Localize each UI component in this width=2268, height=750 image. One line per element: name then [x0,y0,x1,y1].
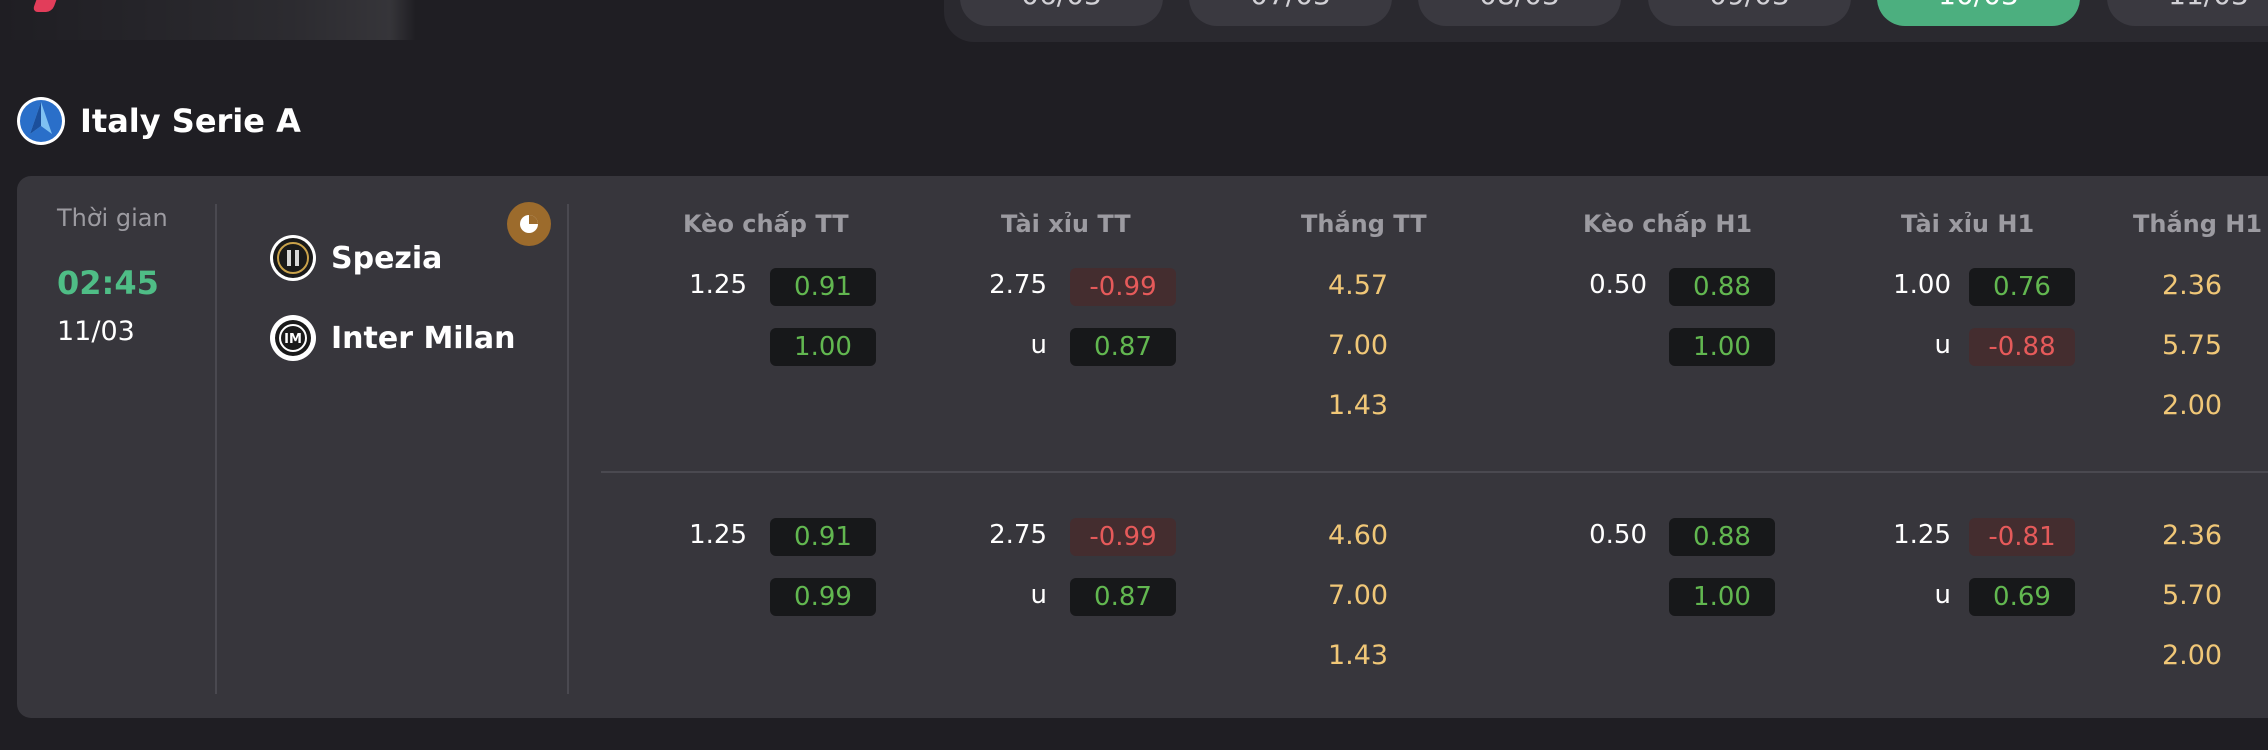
handicap-line: 0.50 [1589,270,1647,300]
win-odd-draw[interactable]: 5.75 [2152,330,2232,361]
odd-button[interactable]: 1.00 [1669,578,1775,616]
kickoff-time: 02:45 [57,264,159,302]
date-tab[interactable]: 06/03 [960,0,1163,26]
odd-button[interactable]: -0.99 [1070,268,1176,306]
odd-button[interactable]: 0.69 [1969,578,2075,616]
over-under-line: 2.75 [989,520,1047,550]
odd-button[interactable]: 0.87 [1070,328,1176,366]
win-odd-draw[interactable]: 7.00 [1318,580,1398,611]
win-odd-away[interactable]: 2.00 [2152,640,2232,671]
divider [567,204,569,694]
odd-button[interactable]: 0.91 [770,518,876,556]
odd-button[interactable]: 0.87 [1070,578,1176,616]
under-label: u [1934,330,1951,360]
odd-button[interactable]: 0.88 [1669,518,1775,556]
col-header-handicap-ft: Kèo chấp TT [683,210,849,238]
over-under-line: 2.75 [989,270,1047,300]
col-header-over-under-h1: Tài xỉu H1 [1901,210,2035,238]
win-odd-draw[interactable]: 5.70 [2152,580,2232,611]
under-label: u [1030,580,1047,610]
odd-button[interactable]: -0.99 [1070,518,1176,556]
spezia-logo-icon [270,235,316,281]
col-header-win-ft: Thắng TT [1301,210,1427,238]
odd-button[interactable]: 1.00 [770,328,876,366]
win-odd-home[interactable]: 4.60 [1318,520,1398,551]
odd-button[interactable]: 1.00 [1669,328,1775,366]
handicap-line: 0.50 [1589,520,1647,550]
win-odd-away[interactable]: 1.43 [1318,390,1398,421]
handicap-line: 1.25 [689,270,747,300]
win-odd-away[interactable]: 2.00 [2152,390,2232,421]
top-bar: 06/03 07/03 08/03 09/03 10/03 11/03 [0,0,2268,44]
date-tab[interactable]: 11/03 [2107,0,2268,26]
svg-text:IM: IM [284,332,302,347]
inter-milan-logo-icon: IM [270,315,316,361]
under-label: u [1030,330,1047,360]
col-header-over-under-ft: Tài xỉu TT [1001,210,1131,238]
serie-a-logo-icon [17,97,65,145]
away-team[interactable]: IM Inter Milan [269,312,515,364]
match-card: Thời gian 02:45 11/03 Spezia IM Inter Mi… [17,176,2268,718]
date-tab-active[interactable]: 10/03 [1877,0,2080,26]
over-under-line: 1.25 [1893,520,1951,550]
col-header-win-h1: Thắng H1 [2133,210,2263,238]
divider [215,204,217,694]
odd-button[interactable]: -0.88 [1969,328,2075,366]
date-tab[interactable]: 09/03 [1648,0,1851,26]
over-under-line: 1.00 [1893,270,1951,300]
win-odd-away[interactable]: 1.43 [1318,640,1398,671]
date-tab[interactable]: 07/03 [1189,0,1392,26]
win-odd-home[interactable]: 2.36 [2152,520,2232,551]
col-header-handicap-h1: Kèo chấp H1 [1583,210,1753,238]
league-header[interactable]: Italy Serie A [16,96,301,146]
market-divider [601,471,2268,473]
time-label: Thời gian [57,204,168,232]
win-odd-draw[interactable]: 7.00 [1318,330,1398,361]
under-label: u [1934,580,1951,610]
win-odd-home[interactable]: 2.36 [2152,270,2232,301]
match-stats-button[interactable] [507,202,551,246]
home-team-name: Spezia [331,240,443,276]
odd-button[interactable]: 0.88 [1669,268,1775,306]
win-odd-home[interactable]: 4.57 [1318,270,1398,301]
league-name: Italy Serie A [80,102,301,140]
odd-button[interactable]: 0.99 [770,578,876,616]
match-date: 11/03 [57,316,135,347]
odd-button[interactable]: 0.91 [770,268,876,306]
odd-button[interactable]: -0.81 [1969,518,2075,556]
home-team[interactable]: Spezia [269,232,442,284]
odd-button[interactable]: 0.76 [1969,268,2075,306]
date-tab[interactable]: 08/03 [1418,0,1621,26]
handicap-line: 1.25 [689,520,747,550]
pie-chart-icon [520,215,538,233]
brand-area [0,0,650,40]
away-team-name: Inter Milan [331,320,516,356]
